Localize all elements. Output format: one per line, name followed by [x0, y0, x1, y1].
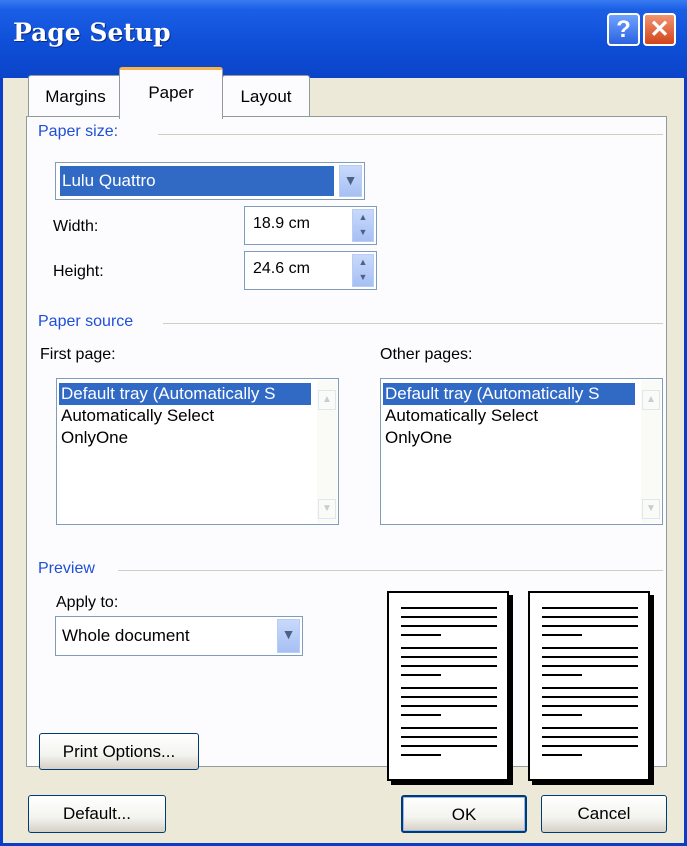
paper-source-divider: [163, 323, 663, 324]
other-pages-listbox[interactable]: Default tray (Automatically S Automatica…: [380, 378, 663, 525]
paper-size-divider: [158, 134, 663, 135]
list-item[interactable]: Default tray (Automatically S: [59, 383, 311, 405]
title-bar[interactable]: Page Setup ? ✕: [0, 0, 687, 78]
preview-page-right: [528, 591, 650, 781]
scroll-down-icon[interactable]: ▼: [642, 499, 660, 519]
ok-button[interactable]: OK: [401, 795, 527, 833]
other-pages-scrollbar[interactable]: ▲ ▼: [641, 380, 661, 523]
page-setup-dialog: Page Setup ? ✕ Margins Layout Paper Pape…: [0, 0, 687, 846]
question-mark-icon: ?: [616, 16, 631, 43]
paper-source-group-label: Paper source: [38, 313, 134, 330]
list-item[interactable]: Automatically Select: [59, 405, 311, 427]
scroll-up-icon[interactable]: ▲: [642, 390, 660, 410]
scroll-down-icon[interactable]: ▼: [318, 499, 336, 519]
first-page-listbox[interactable]: Default tray (Automatically S Automatica…: [56, 378, 339, 525]
paper-size-group-label: Paper size:: [38, 123, 119, 140]
scroll-up-icon[interactable]: ▲: [318, 390, 336, 410]
chevron-down-icon[interactable]: ▼: [277, 619, 300, 653]
list-item[interactable]: OnlyOne: [383, 427, 635, 449]
height-value: 24.6 cm: [253, 260, 310, 277]
width-stepper[interactable]: 18.9 cm ▲ ▼: [244, 206, 377, 245]
apply-to-label: Apply to:: [56, 594, 119, 611]
height-spin-arrows-icon[interactable]: ▲ ▼: [352, 254, 374, 287]
dialog-title: Page Setup: [13, 18, 171, 47]
list-item[interactable]: Automatically Select: [383, 405, 635, 427]
height-label: Height:: [53, 263, 104, 280]
paper-size-dropdown[interactable]: Lulu Quattro ▼: [55, 162, 365, 200]
tab-paper[interactable]: Paper: [119, 67, 223, 119]
preview-page-left: [387, 591, 509, 781]
help-button[interactable]: ?: [607, 13, 640, 46]
width-spin-arrows-icon[interactable]: ▲ ▼: [352, 209, 374, 242]
first-page-scrollbar[interactable]: ▲ ▼: [317, 380, 337, 523]
width-value: 18.9 cm: [253, 215, 310, 232]
cancel-button[interactable]: Cancel: [541, 795, 667, 833]
other-pages-label: Other pages:: [380, 346, 473, 363]
list-item[interactable]: Default tray (Automatically S: [383, 383, 635, 405]
tab-margins[interactable]: Margins: [28, 75, 123, 118]
width-label: Width:: [53, 218, 99, 235]
chevron-down-icon[interactable]: ▼: [339, 165, 362, 197]
height-stepper[interactable]: 24.6 cm ▲ ▼: [244, 251, 377, 290]
tab-layout[interactable]: Layout: [222, 75, 310, 118]
close-icon: ✕: [649, 16, 670, 43]
list-item[interactable]: OnlyOne: [59, 427, 311, 449]
close-button[interactable]: ✕: [643, 13, 676, 46]
first-page-label: First page:: [40, 346, 116, 363]
default-button[interactable]: Default...: [28, 795, 166, 833]
preview-divider: [118, 570, 663, 571]
paper-size-value: Lulu Quattro: [60, 166, 334, 196]
print-options-button[interactable]: Print Options...: [39, 733, 199, 770]
apply-to-dropdown[interactable]: Whole document ▼: [55, 616, 303, 656]
apply-to-value: Whole document: [62, 626, 190, 645]
preview-group-label: Preview: [38, 560, 95, 577]
